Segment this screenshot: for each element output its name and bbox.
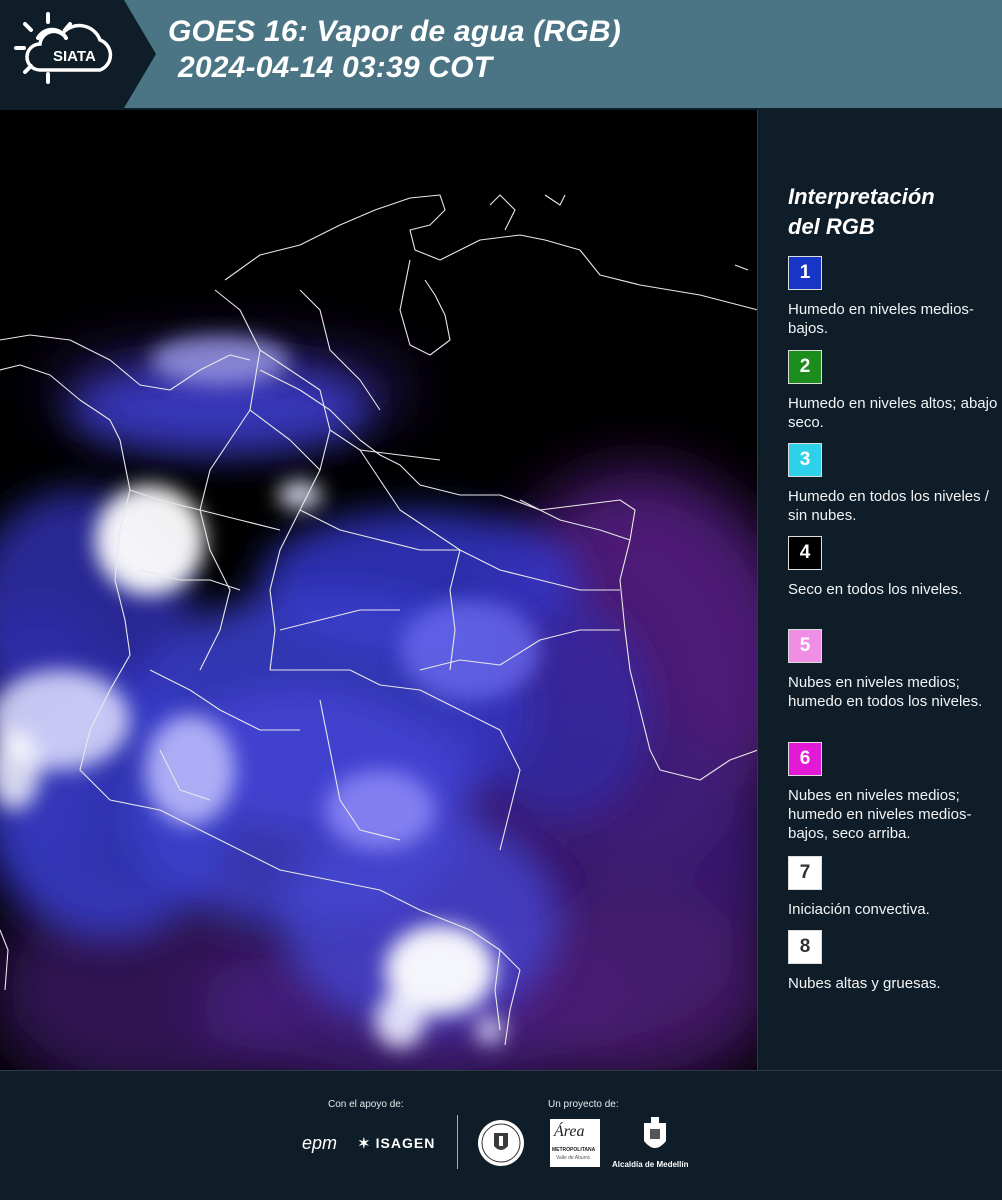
legend-number-1: 1 <box>799 262 811 283</box>
satellite-map[interactable] <box>0 110 758 1070</box>
legend-description-8: Nubes altas y gruesas. <box>788 975 941 992</box>
area-metropolitana-logo[interactable]: Área METROPOLITANA Valle de Aburrá <box>550 1119 600 1167</box>
footer-divider <box>457 1115 458 1169</box>
legend-title-line-1: Interpretación <box>788 184 935 209</box>
legend-number-3: 3 <box>799 449 811 470</box>
header: SIATA GOES 16: Vapor de agua (RGB) 2024-… <box>0 0 1002 108</box>
epm-logo-text: epm <box>302 1133 338 1153</box>
legend-item-7: 7 Iniciación convectiva. <box>788 856 1000 919</box>
legend-number-7: 7 <box>799 862 811 883</box>
medellin-shield-icon[interactable] <box>640 1117 670 1157</box>
legend-number-4: 4 <box>799 542 811 563</box>
legend-item-1: 1 Humedo en niveles medios-bajos. <box>788 256 1000 338</box>
area-logo-text: Área <box>554 1123 585 1140</box>
legend-swatch-5: 5 <box>788 629 822 663</box>
legend-panel: Interpretación del RGB 1 Humedo en nivel… <box>760 110 1002 1070</box>
legend-swatch-8: 8 <box>788 930 822 964</box>
support-label: Con el apoyo de: <box>328 1099 404 1110</box>
legend-swatch-2: 2 <box>788 350 822 384</box>
legend-item-2: 2 Humedo en niveles altos; abajo seco. <box>788 350 1000 432</box>
legend-description-3: Humedo en todos los niveles / sin nubes. <box>788 488 989 524</box>
legend-description-5: Nubes en niveles medios; humedo en todos… <box>788 674 983 710</box>
legend-item-3: 3 Humedo en todos los niveles / sin nube… <box>788 443 1000 525</box>
legend-item-5: 5 Nubes en niveles medios; humedo en tod… <box>788 629 1000 711</box>
isagen-logo-text: ISAGEN <box>375 1135 436 1151</box>
legend-description-1: Humedo en niveles medios-bajos. <box>788 301 974 337</box>
title-line-2: 2024-04-14 03:39 COT <box>178 51 493 84</box>
siata-logo[interactable]: SIATA <box>0 0 156 108</box>
legend-number-6: 6 <box>799 748 811 769</box>
area-logo-caption: METROPOLITANA <box>552 1147 596 1153</box>
legend-title: Interpretación del RGB <box>788 182 988 242</box>
legend-swatch-4: 4 <box>788 536 822 570</box>
legend-swatch-1: 1 <box>788 256 822 290</box>
legend-item-4: 4 Seco en todos los niveles. <box>788 536 1000 599</box>
alcaldia-label: Alcaldía de Medellín <box>612 1160 689 1169</box>
legend-description-7: Iniciación convectiva. <box>788 901 930 918</box>
legend-description-6: Nubes en niveles medios; humedo en nivel… <box>788 787 972 842</box>
antioquia-seal-icon[interactable] <box>477 1119 525 1167</box>
legend-swatch-6: 6 <box>788 742 822 776</box>
svg-text:SIATA: SIATA <box>53 48 96 65</box>
footer: Con el apoyo de: Un proyecto de: epm ✶ I… <box>0 1070 1002 1200</box>
legend-swatch-7: 7 <box>788 856 822 890</box>
legend-description-2: Humedo en niveles altos; abajo seco. <box>788 395 998 431</box>
page-title: GOES 16: Vapor de agua (RGB) 2024-04-14 … <box>168 14 621 86</box>
legend-title-line-2: del RGB <box>788 214 875 239</box>
legend-number-2: 2 <box>799 356 811 377</box>
legend-item-8: 8 Nubes altas y gruesas. <box>788 930 1000 993</box>
legend-number-8: 8 <box>799 936 811 957</box>
legend-description-4: Seco en todos los niveles. <box>788 581 963 598</box>
epm-logo[interactable]: epm <box>302 1133 337 1154</box>
legend-item-6: 6 Nubes en niveles medios; humedo en niv… <box>788 742 1000 843</box>
title-line-1: GOES 16: Vapor de agua (RGB) <box>168 15 621 48</box>
area-logo-subcaption: Valle de Aburrá <box>556 1155 590 1161</box>
legend-number-5: 5 <box>799 635 811 656</box>
project-label: Un proyecto de: <box>548 1099 619 1110</box>
isagen-logo[interactable]: ✶ ISAGEN <box>358 1135 435 1152</box>
legend-swatch-3: 3 <box>788 443 822 477</box>
isagen-icon: ✶ <box>358 1135 371 1151</box>
